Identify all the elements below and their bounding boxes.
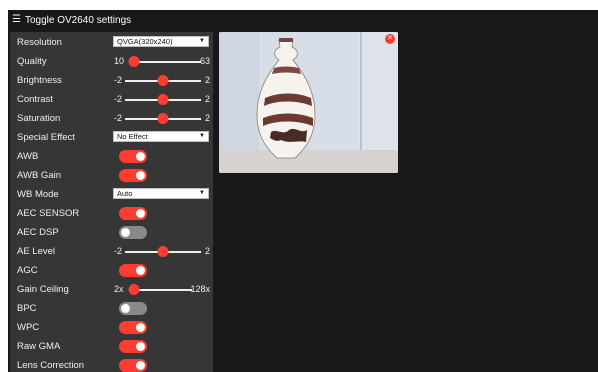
slider-thumb[interactable] [157, 94, 169, 105]
slider-min-label: 10 [114, 56, 125, 66]
setting-label: Contrast [17, 94, 53, 105]
setting-label: WB Mode [17, 189, 59, 200]
setting-row-brightness: Brightness -2 2 [10, 71, 213, 90]
setting-label: WPC [17, 322, 40, 333]
setting-label: Raw GMA [17, 341, 61, 352]
aec-sensor-toggle[interactable] [119, 207, 147, 220]
slider-max-label: 2 [204, 94, 210, 104]
select-value: Auto [117, 189, 133, 198]
setting-row-agc: AGC [10, 261, 213, 280]
setting-label: Gain Ceiling [17, 284, 69, 295]
setting-label: AEC DSP [17, 227, 59, 238]
toggle-knob [121, 304, 130, 313]
special-effect-select[interactable]: No Effect ▼ [113, 131, 209, 142]
setting-label: Brightness [17, 75, 62, 86]
setting-row-awb: AWB [10, 147, 213, 166]
toggle-knob [136, 209, 145, 218]
setting-row-special-effect: Special Effect No Effect ▼ [10, 128, 213, 147]
slider-track[interactable] [134, 61, 201, 63]
slider-thumb[interactable] [157, 75, 169, 86]
select-value: No Effect [117, 132, 148, 141]
settings-toggle-header[interactable]: ☰ Toggle OV2640 settings [8, 10, 598, 30]
slider-thumb[interactable] [157, 113, 169, 124]
header-title: Toggle OV2640 settings [24, 14, 132, 26]
setting-label: BPC [17, 303, 37, 314]
setting-row-lens-correction: Lens Correction [10, 356, 213, 372]
setting-label: AGC [17, 265, 38, 276]
toggle-knob [136, 323, 145, 332]
setting-label: Saturation [17, 113, 61, 124]
select-value: QVGA(320x240) [117, 37, 173, 46]
settings-sidebar: Resolution QVGA(320x240) ▼ Quality 10 63 Brigh… [10, 32, 213, 372]
chevron-down-icon: ▼ [199, 190, 205, 196]
agc-toggle[interactable] [119, 264, 147, 277]
hamburger-icon[interactable]: ☰ [12, 15, 21, 25]
toggle-knob [136, 152, 145, 161]
slider-max-label: 2 [204, 246, 210, 256]
slider-min-label: -2 [114, 75, 123, 85]
chevron-down-icon: ▼ [199, 38, 205, 44]
app-window: ☰ Toggle OV2640 settings Resolution QVGA(… [8, 10, 598, 372]
setting-row-aec-sensor: AEC SENSOR [10, 204, 213, 223]
setting-label: Resolution [17, 37, 62, 48]
setting-label: AWB [17, 151, 39, 162]
slider-thumb[interactable] [157, 246, 169, 257]
awb-gain-toggle[interactable] [119, 169, 147, 182]
slider-max-label: 2 [204, 75, 210, 85]
resolution-select[interactable]: QVGA(320x240) ▼ [113, 36, 209, 47]
preview-image [219, 32, 398, 173]
wb-mode-select[interactable]: Auto ▼ [113, 188, 209, 199]
setting-row-aec-dsp: AEC DSP [10, 223, 213, 242]
setting-row-raw-gma: Raw GMA [10, 337, 213, 356]
toggle-knob [136, 171, 145, 180]
slider-thumb[interactable] [128, 56, 140, 67]
setting-row-resolution: Resolution QVGA(320x240) ▼ [10, 33, 213, 52]
slider-min-label: -2 [114, 113, 123, 123]
setting-label: AEC SENSOR [17, 208, 80, 219]
setting-label: Quality [17, 56, 47, 67]
setting-label: AWB Gain [17, 170, 61, 181]
camera-preview: ✕ [219, 32, 398, 173]
setting-label: Special Effect [17, 132, 75, 143]
toggle-knob [121, 228, 130, 237]
slider-max-label: 63 [199, 56, 210, 66]
wpc-toggle[interactable] [119, 321, 147, 334]
setting-label: AE Level [17, 246, 56, 257]
slider-min-label: 2x [114, 284, 124, 294]
close-icon[interactable]: ✕ [385, 34, 395, 44]
toggle-knob [136, 361, 145, 370]
awb-toggle[interactable] [119, 150, 147, 163]
toggle-knob [136, 342, 145, 351]
setting-label: Lens Correction [17, 360, 85, 371]
bpc-toggle[interactable] [119, 302, 147, 315]
slider-track[interactable] [134, 289, 192, 291]
toggle-knob [136, 266, 145, 275]
setting-row-awb-gain: AWB Gain [10, 166, 213, 185]
setting-row-wpc: WPC [10, 318, 213, 337]
setting-row-gain-ceiling: Gain Ceiling 2x 128x [10, 280, 213, 299]
slider-max-label: 128x [190, 284, 210, 294]
raw-gma-toggle[interactable] [119, 340, 147, 353]
setting-row-wb-mode: WB Mode Auto ▼ [10, 185, 213, 204]
chevron-down-icon: ▼ [199, 133, 205, 139]
setting-row-contrast: Contrast -2 2 [10, 90, 213, 109]
setting-row-ae-level: AE Level -2 2 [10, 242, 213, 261]
slider-max-label: 2 [204, 113, 210, 123]
slider-thumb[interactable] [128, 284, 140, 295]
lens-correction-toggle[interactable] [119, 359, 147, 372]
setting-row-saturation: Saturation -2 2 [10, 109, 213, 128]
slider-min-label: -2 [114, 246, 123, 256]
setting-row-quality: Quality 10 63 [10, 52, 213, 71]
aec-dsp-toggle[interactable] [119, 226, 147, 239]
slider-min-label: -2 [114, 94, 123, 104]
setting-row-bpc: BPC [10, 299, 213, 318]
